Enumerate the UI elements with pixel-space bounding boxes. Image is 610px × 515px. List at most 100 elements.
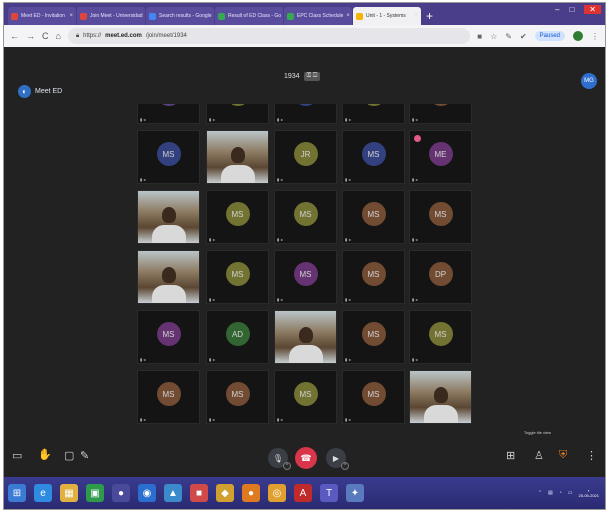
- windows-taskbar: ⊞ e ▦ ▣ ● ◉ ▲ ■ ◆ ● ◎ A T ✦ ⌃ ▤ ◔ ▭ ▪ 25-05-2021: [4, 477, 605, 509]
- participant-tile[interactable]: MS ▮ ◂: [137, 130, 200, 184]
- participant-video-tile[interactable]: ▮ ◂: [137, 250, 200, 304]
- participant-tile[interactable]: MS ▮ ◂: [137, 104, 200, 124]
- participant-avatar: AD: [225, 322, 250, 347]
- tile-status-icons: ▮ ◂: [277, 417, 283, 422]
- settings-app-icon[interactable]: ✦: [346, 484, 364, 502]
- menu-icon[interactable]: ⋮: [591, 32, 599, 41]
- participant-tile[interactable]: MS ▮ ◂: [206, 250, 269, 304]
- check-icon[interactable]: ✔: [520, 32, 527, 41]
- screen-share-icon[interactable]: ▭: [12, 449, 22, 462]
- camera-icon[interactable]: ■: [477, 32, 482, 41]
- person-app-icon[interactable]: ●: [112, 484, 130, 502]
- participant-tile[interactable]: MS ▮ ◂: [137, 310, 200, 364]
- tile-status-icons: ▮ ◂: [209, 237, 215, 242]
- internet-explorer-icon[interactable]: e: [34, 484, 52, 502]
- maximize-icon[interactable]: □: [569, 5, 574, 14]
- mute-pen-icon[interactable]: ✎: [80, 449, 89, 462]
- chat-icon[interactable]: ▢: [64, 449, 74, 462]
- raise-hand-icon[interactable]: ✋: [38, 448, 52, 461]
- url-field[interactable]: 🔒︎ https://meet.ed.com/join/meet/1934: [67, 28, 471, 44]
- security-shield-icon[interactable]: ⛨: [559, 449, 567, 462]
- participant-tile[interactable]: MS ▮ ◂: [409, 190, 472, 244]
- taskbar-clock[interactable]: ▪ 25-05-2021: [579, 488, 599, 498]
- back-icon[interactable]: ←: [10, 31, 19, 41]
- volume-icon[interactable]: ◔: [559, 490, 562, 496]
- tile-status-icons: ▮ ◂: [412, 177, 418, 182]
- yellow-app-icon[interactable]: ◆: [216, 484, 234, 502]
- participant-avatar: MS: [225, 382, 250, 407]
- window-close-icon[interactable]: ✕: [584, 5, 601, 14]
- participant-tile[interactable]: ME ▮ ◂: [409, 130, 472, 184]
- tab-close-icon[interactable]: ×: [414, 13, 418, 19]
- participant-tile[interactable]: MS ▮ ◂: [274, 370, 337, 424]
- participant-tile[interactable]: MS ▮ ◂: [274, 250, 337, 304]
- participant-tile[interactable]: MS ▮ ◂: [274, 190, 337, 244]
- media-app-icon[interactable]: ▲: [164, 484, 182, 502]
- participants-icon[interactable]: ♙: [534, 449, 544, 462]
- security-icon[interactable]: ⚿ ◫: [303, 72, 321, 81]
- app-logo[interactable]: ◐ Meet ED: [18, 85, 62, 98]
- participant-tile[interactable]: DW ▮ ◂: [409, 104, 472, 124]
- participant-tile[interactable]: MS ▮ ◂: [342, 130, 405, 184]
- tile-status-icons: ▮ ◂: [345, 417, 351, 422]
- new-tab-button[interactable]: +: [426, 7, 433, 25]
- participant-tile[interactable]: MS ▮ ◂: [342, 190, 405, 244]
- camera-options-icon[interactable]: ⌃: [341, 462, 349, 470]
- participant-tile[interactable]: AD ▮ ◂: [206, 310, 269, 364]
- tab-close-icon[interactable]: ×: [69, 13, 73, 19]
- tile-status-icons: ▮ ◂: [140, 177, 146, 182]
- home-icon[interactable]: ⌂: [56, 31, 61, 41]
- screen-frame: Meet ED - Invitation × Join Meet - Univers…: [3, 2, 606, 510]
- more-options-icon[interactable]: ⋮: [586, 449, 597, 462]
- network-icon[interactable]: ▤: [548, 490, 553, 496]
- participant-tile[interactable]: DP ▮ ◂: [409, 250, 472, 304]
- extension-icon[interactable]: ✎: [505, 32, 512, 41]
- browser-tab[interactable]: Search results - Google×: [146, 7, 214, 25]
- green-app-icon[interactable]: ▣: [86, 484, 104, 502]
- participant-video-tile[interactable]: ▮ ◂: [274, 310, 337, 364]
- browser-tab[interactable]: Result of ED Class - Go×: [215, 7, 283, 25]
- browser-tab[interactable]: EPC Class Schedule ×: [284, 7, 352, 25]
- blue-app-icon[interactable]: ◉: [138, 484, 156, 502]
- browser-tab[interactable]: Join Meet - Universidad×: [77, 7, 145, 25]
- participant-tile[interactable]: MS ▮ ◂: [342, 370, 405, 424]
- participant-tile[interactable]: MS ▮ ◂: [342, 310, 405, 364]
- participant-tile[interactable]: JR ▮ ◂: [274, 130, 337, 184]
- camera-button[interactable]: ▶ ⌃: [326, 448, 349, 470]
- profile-avatar[interactable]: [573, 31, 583, 41]
- participant-tile[interactable]: MS ▮ ◂: [342, 250, 405, 304]
- participant-tile[interactable]: MS ▮ ◂: [206, 190, 269, 244]
- participant-video-tile[interactable]: ▮ ◂: [137, 190, 200, 244]
- reload-icon[interactable]: C: [42, 31, 49, 41]
- participant-video-tile[interactable]: ▮ ◂: [409, 370, 472, 424]
- browser-tab[interactable]: Meet ED - Invitation ×: [8, 7, 76, 25]
- tab-close-icon[interactable]: ×: [346, 13, 350, 19]
- participant-tile[interactable]: MS ▮ ◂: [206, 370, 269, 424]
- tile-status-icons: ▮ ◂: [209, 357, 215, 362]
- battery-icon[interactable]: ▭: [568, 490, 573, 496]
- hangup-button[interactable]: ☎: [295, 447, 317, 469]
- windows-start-icon[interactable]: ⊞: [8, 484, 26, 502]
- tile-view-icon[interactable]: ⊞: [506, 449, 515, 462]
- acrobat-icon[interactable]: A: [294, 484, 312, 502]
- participant-tile[interactable]: MS ▮ ◂: [342, 104, 405, 124]
- browser-tab[interactable]: Unit - 1 - Systems ×: [353, 7, 421, 25]
- participant-tile[interactable]: MS ▮ ◂: [274, 104, 337, 124]
- chrome-icon[interactable]: ◎: [268, 484, 286, 502]
- tray-arrow-icon[interactable]: ⌃: [538, 490, 542, 496]
- participant-tile[interactable]: MS ▮ ◂: [206, 104, 269, 124]
- microphone-button[interactable]: 🎙︎ ⌃: [268, 448, 291, 470]
- paused-badge[interactable]: Paused: [534, 31, 565, 41]
- participant-tile[interactable]: MS ▮ ◂: [409, 310, 472, 364]
- file-explorer-icon[interactable]: ▦: [60, 484, 78, 502]
- local-user-avatar[interactable]: MG: [581, 73, 597, 89]
- participant-video-tile[interactable]: ▮ ◂: [206, 130, 269, 184]
- star-icon[interactable]: ☆: [490, 32, 497, 41]
- forward-icon[interactable]: →: [26, 31, 35, 41]
- red-app-icon[interactable]: ■: [190, 484, 208, 502]
- minimize-icon[interactable]: –: [555, 5, 559, 14]
- orange-app-icon[interactable]: ●: [242, 484, 260, 502]
- teams-icon[interactable]: T: [320, 484, 338, 502]
- participant-tile[interactable]: MS ▮ ◂: [137, 370, 200, 424]
- mic-options-icon[interactable]: ⌃: [283, 462, 291, 470]
